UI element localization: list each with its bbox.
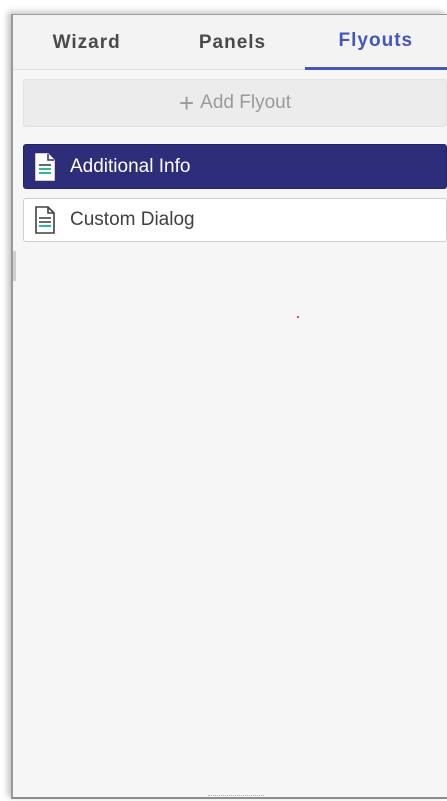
add-flyout-label: Add Flyout	[200, 92, 291, 113]
flyout-item-label: Additional Info	[70, 155, 191, 177]
document-icon	[35, 206, 55, 234]
bottom-resize-grip[interactable]	[208, 795, 264, 797]
tab-wizard[interactable]: Wizard	[13, 15, 160, 70]
flyout-item-additional-info[interactable]: Additional Info	[23, 144, 447, 189]
tab-panels[interactable]: Panels	[160, 15, 304, 70]
flyout-item-label: Custom Dialog	[70, 209, 195, 230]
flyout-item-custom-dialog[interactable]: Custom Dialog	[23, 198, 447, 242]
add-flyout-button[interactable]: + Add Flyout	[23, 79, 447, 127]
plus-icon: +	[178, 88, 195, 118]
resize-handle[interactable]	[13, 251, 16, 281]
tab-flyouts[interactable]: Flyouts	[304, 15, 447, 70]
document-icon	[35, 152, 55, 181]
cursor-dot	[297, 316, 299, 318]
flyouts-panel: Wizard Panels Flyouts + Add Flyout Addit…	[11, 14, 447, 799]
tab-bar: Wizard Panels Flyouts	[13, 15, 447, 70]
